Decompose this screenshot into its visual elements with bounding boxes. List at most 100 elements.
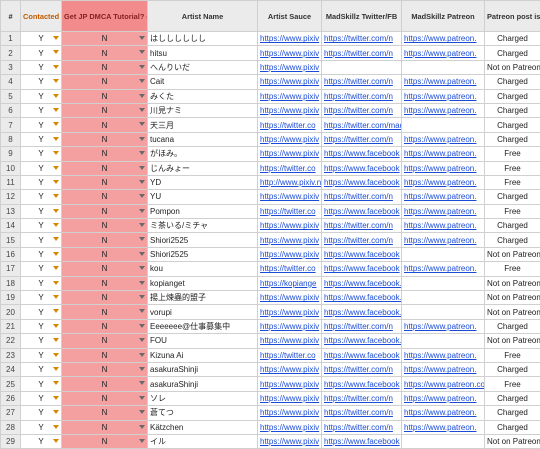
dmca-cell[interactable]: N bbox=[62, 247, 148, 261]
dmca-cell[interactable]: N bbox=[62, 348, 148, 362]
patreon-status-cell[interactable]: Charged bbox=[485, 32, 540, 46]
contacted-cell[interactable]: Y bbox=[21, 362, 62, 376]
dropdown-arrow-icon[interactable] bbox=[139, 396, 145, 400]
dmca-cell[interactable]: N bbox=[62, 305, 148, 319]
dropdown-arrow-icon[interactable] bbox=[53, 209, 59, 213]
twitter-fb-link[interactable]: https://twitter.com/n bbox=[322, 103, 402, 117]
twitter-fb-link[interactable]: https://twitter.com/n bbox=[322, 391, 402, 405]
contacted-cell[interactable]: Y bbox=[21, 103, 62, 117]
artist-sauce-link[interactable]: https://www.pixiv bbox=[258, 103, 322, 117]
artist-name-cell[interactable]: vorupi bbox=[148, 305, 258, 319]
artist-name-cell[interactable]: asakuraShinji bbox=[148, 362, 258, 376]
dropdown-arrow-icon[interactable] bbox=[53, 324, 59, 328]
dropdown-arrow-icon[interactable] bbox=[139, 65, 145, 69]
patreon-status-cell[interactable]: Free bbox=[485, 161, 540, 175]
dmca-cell[interactable]: N bbox=[62, 334, 148, 348]
patreon-link[interactable]: https://www.patreon. bbox=[402, 204, 485, 218]
patreon-link[interactable]: https://www.patreon. bbox=[402, 89, 485, 103]
twitter-fb-link[interactable]: https://www.facebook bbox=[322, 262, 402, 276]
patreon-link[interactable]: https://www.patreon.co bbox=[402, 377, 485, 391]
dropdown-arrow-icon[interactable] bbox=[53, 137, 59, 141]
dropdown-arrow-icon[interactable] bbox=[139, 166, 145, 170]
dropdown-arrow-icon[interactable] bbox=[139, 94, 145, 98]
artist-sauce-link[interactable]: https://www.pixiv bbox=[258, 391, 322, 405]
patreon-link[interactable] bbox=[402, 247, 485, 261]
dmca-cell[interactable]: N bbox=[62, 103, 148, 117]
artist-name-cell[interactable]: Cait bbox=[148, 75, 258, 89]
artist-name-cell[interactable]: みくた bbox=[148, 89, 258, 103]
contacted-cell[interactable]: Y bbox=[21, 334, 62, 348]
dmca-cell[interactable]: N bbox=[62, 32, 148, 46]
patreon-status-cell[interactable]: Charged bbox=[485, 75, 540, 89]
dropdown-arrow-icon[interactable] bbox=[53, 410, 59, 414]
dmca-cell[interactable]: N bbox=[62, 406, 148, 420]
patreon-status-cell[interactable]: Free bbox=[485, 204, 540, 218]
patreon-status-cell[interactable]: Charged bbox=[485, 406, 540, 420]
patreon-status-cell[interactable]: Charged bbox=[485, 132, 540, 146]
dmca-cell[interactable]: N bbox=[62, 175, 148, 189]
twitter-fb-link[interactable]: https://www.facebook bbox=[322, 175, 402, 189]
dropdown-arrow-icon[interactable] bbox=[53, 50, 59, 54]
patreon-link[interactable]: https://www.patreon. bbox=[402, 75, 485, 89]
artist-sauce-link[interactable]: https://www.pixiv bbox=[258, 362, 322, 376]
dropdown-arrow-icon[interactable] bbox=[53, 381, 59, 385]
twitter-fb-link[interactable]: https://twitter.com/madskillz_lily/statu… bbox=[322, 118, 402, 132]
patreon-status-cell[interactable]: Not on Patreon bbox=[485, 334, 540, 348]
artist-sauce-link[interactable]: https://twitter.co bbox=[258, 161, 322, 175]
patreon-status-cell[interactable]: Free bbox=[485, 262, 540, 276]
dmca-cell[interactable]: N bbox=[62, 276, 148, 290]
dropdown-arrow-icon[interactable] bbox=[53, 94, 59, 98]
dropdown-arrow-icon[interactable] bbox=[139, 281, 145, 285]
twitter-fb-link[interactable]: https://twitter.com/n bbox=[322, 219, 402, 233]
patreon-status-cell[interactable]: Charged bbox=[485, 362, 540, 376]
artist-sauce-link[interactable]: https://www.pixiv bbox=[258, 46, 322, 60]
dropdown-arrow-icon[interactable] bbox=[139, 324, 145, 328]
artist-sauce-link[interactable]: https://www.pixiv bbox=[258, 319, 322, 333]
dropdown-arrow-icon[interactable] bbox=[139, 295, 145, 299]
dropdown-arrow-icon[interactable] bbox=[53, 309, 59, 313]
contacted-cell[interactable]: Y bbox=[21, 233, 62, 247]
contacted-cell[interactable]: Y bbox=[21, 147, 62, 161]
twitter-fb-link[interactable]: https://www.facebook bbox=[322, 247, 402, 261]
dropdown-arrow-icon[interactable] bbox=[139, 381, 145, 385]
twitter-fb-link[interactable]: https://twitter.com/n bbox=[322, 233, 402, 247]
artist-sauce-link[interactable]: https://www.pixiv bbox=[258, 75, 322, 89]
patreon-link[interactable]: https://www.patreon. bbox=[402, 420, 485, 434]
patreon-status-cell[interactable]: Charged bbox=[485, 219, 540, 233]
dropdown-arrow-icon[interactable] bbox=[53, 425, 59, 429]
header-contacted[interactable]: Contacted (Y/N) bbox=[21, 1, 62, 32]
artist-sauce-link[interactable]: https://twitter.co bbox=[258, 118, 322, 132]
dropdown-arrow-icon[interactable] bbox=[139, 137, 145, 141]
dropdown-arrow-icon[interactable] bbox=[53, 396, 59, 400]
twitter-fb-link[interactable]: https://www.facebook bbox=[322, 348, 402, 362]
dropdown-arrow-icon[interactable] bbox=[53, 338, 59, 342]
dmca-cell[interactable]: N bbox=[62, 75, 148, 89]
twitter-fb-link[interactable]: https://twitter.com/n bbox=[322, 319, 402, 333]
artist-name-cell[interactable]: YD bbox=[148, 175, 258, 189]
twitter-fb-link[interactable]: https://www.facebook.com/animeirl/photos bbox=[322, 291, 402, 305]
dropdown-arrow-icon[interactable] bbox=[53, 194, 59, 198]
patreon-link[interactable] bbox=[402, 60, 485, 74]
patreon-status-cell[interactable]: Not on Patreon bbox=[485, 60, 540, 74]
dmca-cell[interactable]: N bbox=[62, 262, 148, 276]
twitter-fb-link[interactable]: https://twitter.com/n bbox=[322, 89, 402, 103]
dropdown-arrow-icon[interactable] bbox=[139, 79, 145, 83]
dmca-cell[interactable]: N bbox=[62, 319, 148, 333]
dmca-cell[interactable]: N bbox=[62, 147, 148, 161]
twitter-fb-link[interactable]: https://twitter.com/n bbox=[322, 362, 402, 376]
contacted-cell[interactable]: Y bbox=[21, 75, 62, 89]
dropdown-arrow-icon[interactable] bbox=[53, 166, 59, 170]
patreon-status-cell[interactable]: Charged bbox=[485, 89, 540, 103]
artist-sauce-link[interactable]: https://www.pixiv bbox=[258, 147, 322, 161]
contacted-cell[interactable]: Y bbox=[21, 89, 62, 103]
patreon-link[interactable]: https://www.patreon. bbox=[402, 233, 485, 247]
artist-name-cell[interactable]: 揚上煉蟲的盟子 bbox=[148, 291, 258, 305]
artist-name-cell[interactable]: Kätzchen bbox=[148, 420, 258, 434]
twitter-fb-link[interactable]: https://twitter.com/n bbox=[322, 190, 402, 204]
dmca-cell[interactable]: N bbox=[62, 161, 148, 175]
patreon-status-cell[interactable]: Charged bbox=[485, 190, 540, 204]
patreon-link[interactable] bbox=[402, 305, 485, 319]
dropdown-arrow-icon[interactable] bbox=[53, 237, 59, 241]
patreon-status-cell[interactable]: Charged bbox=[485, 319, 540, 333]
dropdown-arrow-icon[interactable] bbox=[53, 295, 59, 299]
